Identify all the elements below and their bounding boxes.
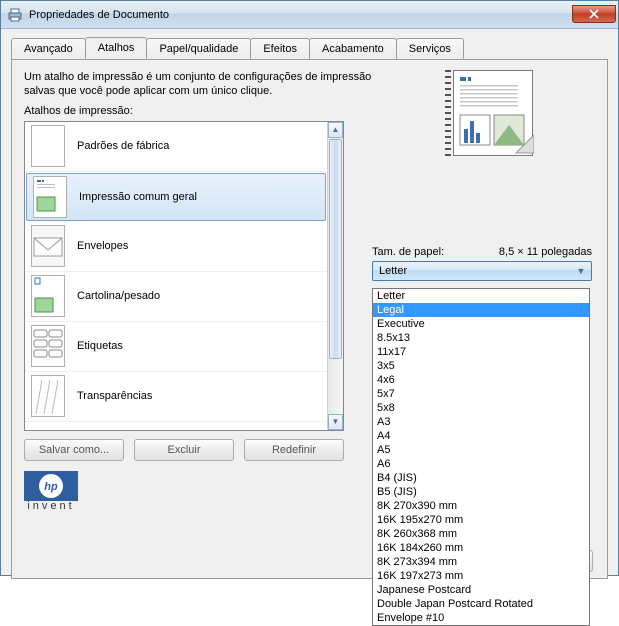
paper-size-label: Tam. de papel: [372,246,444,258]
paper-option[interactable]: Envelope #10 [373,611,589,625]
paper-size-value: Letter [379,265,407,277]
scrollbar[interactable]: ▲ ▼ [327,122,343,430]
paper-size-dims: 8,5 × 11 polegadas [499,246,592,258]
scroll-up-button[interactable]: ▲ [328,122,343,138]
hp-logo: hp invent [24,471,78,511]
paper-option[interactable]: 5x7 [373,387,589,401]
page-icon [31,125,65,167]
paper-option[interactable]: 8K 260x368 mm [373,527,589,541]
paper-option[interactable]: 3x5 [373,359,589,373]
shortcut-label: Envelopes [77,240,128,252]
tab-acabamento[interactable]: Acabamento [309,38,397,60]
scroll-thumb[interactable] [329,139,342,359]
shortcut-label: Cartolina/pesado [77,290,160,302]
envelope-icon [31,225,65,267]
right-column: Tam. de papel: 8,5 × 11 polegadas Letter… [372,70,592,281]
paper-option[interactable]: 16K 184x260 mm [373,541,589,555]
intro-text: Um atalho de impressão é um conjunto de … [24,70,384,99]
tab-bar: Avançado Atalhos Papel/qualidade Efeitos… [1,29,618,59]
tab-atalhos[interactable]: Atalhos [85,37,148,59]
paper-option[interactable]: 16K 197x273 mm [373,569,589,583]
chevron-down-icon: ▼ [573,266,589,276]
tab-papel-qualidade[interactable]: Papel/qualidade [146,38,251,60]
paper-option[interactable]: A6 [373,457,589,471]
scroll-down-button[interactable]: ▼ [328,414,343,430]
paper-option[interactable]: 16K 195x270 mm [373,513,589,527]
page-with-photo-icon [33,176,67,218]
paper-option[interactable]: 4x6 [373,373,589,387]
transparency-icon [31,375,65,417]
shortcut-item-cardstock[interactable]: Cartolina/pesado [25,272,327,322]
shortcut-item-transparencies[interactable]: Transparências [25,372,327,422]
paper-option[interactable]: Legal [373,303,589,317]
shortcut-item-general[interactable]: Impressão comum geral [26,173,326,221]
svg-text:hp: hp [44,481,58,493]
paper-size-combobox[interactable]: Letter ▼ [372,261,592,281]
paper-size-row: Tam. de papel: 8,5 × 11 polegadas [372,246,592,258]
shortcut-label: Padrões de fábrica [77,140,169,152]
paper-option[interactable]: 8K 273x394 mm [373,555,589,569]
paper-option[interactable]: A4 [373,429,589,443]
paper-option[interactable]: Executive [373,317,589,331]
dialog-window: Propriedades de Documento Avançado Atalh… [0,0,619,576]
close-button[interactable] [572,5,616,23]
printer-icon [7,7,23,23]
shortcut-label: Transparências [77,390,152,402]
reset-button[interactable]: Redefinir [244,439,344,461]
paper-option[interactable]: Japanese Postcard [373,583,589,597]
paper-option[interactable]: Letter [373,289,589,303]
svg-text:invent: invent [27,500,74,511]
titlebar: Propriedades de Documento [1,1,618,29]
paper-option[interactable]: B4 (JIS) [373,471,589,485]
paper-option[interactable]: 8.5x13 [373,331,589,345]
preview-page [453,70,533,156]
shortcuts-list[interactable]: Padrões de fábrica Impressão comum geral [24,121,344,431]
paper-option[interactable]: A3 [373,415,589,429]
paper-option[interactable]: Double Japan Postcard Rotated [373,597,589,611]
tab-efeitos[interactable]: Efeitos [250,38,310,60]
page-preview [431,70,533,160]
labels-icon [31,325,65,367]
shortcut-item-labels[interactable]: Etiquetas [25,322,327,372]
tab-servicos[interactable]: Serviços [396,38,464,60]
tab-panel: Um atalho de impressão é um conjunto de … [11,59,608,579]
window-title: Propriedades de Documento [29,9,572,21]
shortcut-item-envelopes[interactable]: Envelopes [25,222,327,272]
paper-option[interactable]: 11x17 [373,345,589,359]
shortcut-buttons: Salvar como... Excluir Redefinir [24,439,344,461]
tab-avancado[interactable]: Avançado [11,38,86,60]
paper-option[interactable]: A5 [373,443,589,457]
paper-option[interactable]: 8K 270x390 mm [373,499,589,513]
paper-option[interactable]: 5x8 [373,401,589,415]
save-as-button[interactable]: Salvar como... [24,439,124,461]
spiral-binding-icon [445,70,451,156]
cardstock-icon [31,275,65,317]
paper-size-dropdown[interactable]: LetterLegalExecutive8.5x1311x173x54x65x7… [372,288,590,626]
shortcut-label: Impressão comum geral [79,191,197,203]
paper-option[interactable]: B5 (JIS) [373,485,589,499]
delete-button[interactable]: Excluir [134,439,234,461]
shortcut-label: Etiquetas [77,340,123,352]
shortcut-item-factory[interactable]: Padrões de fábrica [25,122,327,172]
